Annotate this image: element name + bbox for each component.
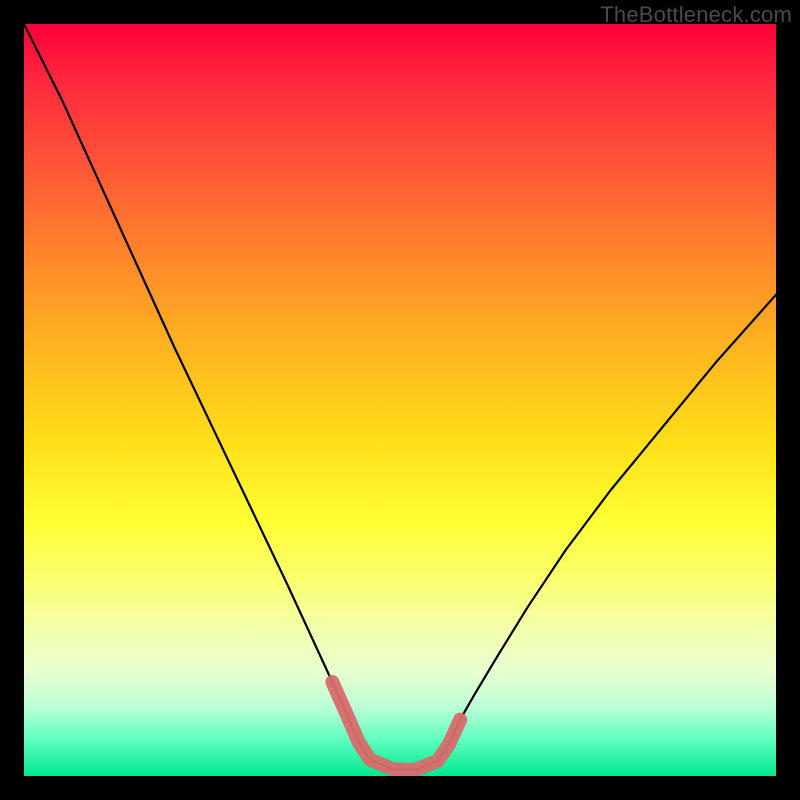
plot-area bbox=[24, 24, 776, 776]
curve-line bbox=[24, 24, 776, 770]
highlight-band bbox=[332, 682, 460, 770]
chart-svg bbox=[24, 24, 776, 776]
chart-frame: TheBottleneck.com bbox=[0, 0, 800, 800]
watermark: TheBottleneck.com bbox=[600, 2, 792, 28]
